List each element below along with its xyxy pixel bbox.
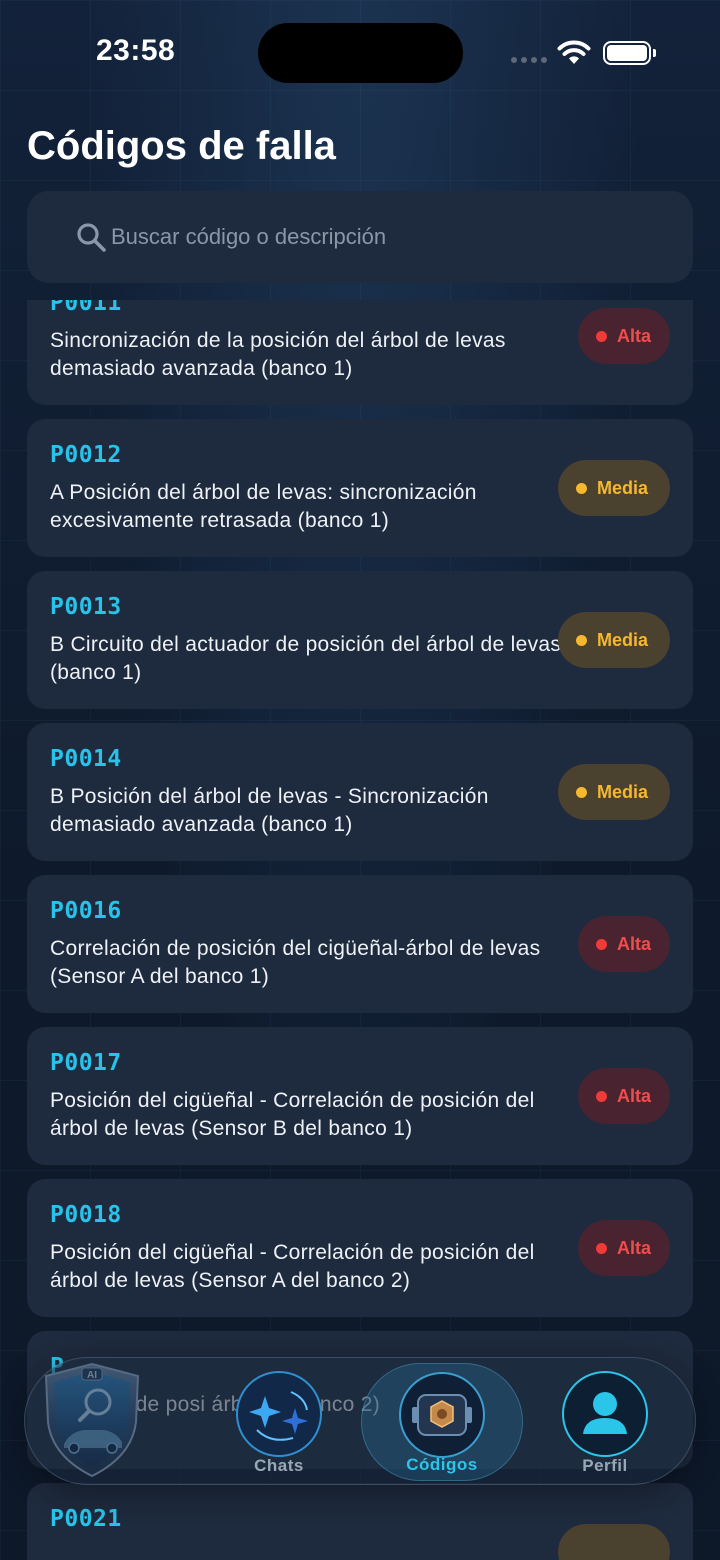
chats-sparkle-icon (236, 1371, 322, 1457)
severity-badge: Media (558, 612, 670, 668)
code-description: Posición del cigüeñal - Correlación de p… (50, 1089, 535, 1140)
code-card[interactable]: P0018 Posición del cigüeñal - Correlación… (27, 1179, 693, 1317)
code-id: P0013 (50, 594, 122, 620)
severity-dot-icon (576, 482, 587, 494)
severity-badge: Media (558, 460, 670, 516)
code-description: B Circuito del actuador de posición del … (50, 633, 562, 684)
dynamic-island (258, 23, 463, 83)
severity-dot-icon (596, 1242, 607, 1254)
search-icon (77, 223, 106, 252)
severity-label: Alta (617, 325, 652, 346)
severity-label: Alta (617, 933, 652, 954)
code-id: P0016 (50, 898, 122, 924)
code-description: Correlación de posición del cigüeñal-árb… (50, 937, 541, 988)
cellular-signal-icon (511, 57, 547, 63)
page-title: Códigos de falla (27, 124, 336, 168)
severity-badge: Alta (578, 1068, 670, 1124)
search-bar[interactable] (27, 191, 693, 283)
severity-dot-icon (596, 1090, 607, 1102)
severity-dot-icon (596, 330, 607, 342)
code-description: Posición del cigüeñal - Correlación de p… (50, 1241, 535, 1292)
severity-badge: Media (558, 764, 670, 820)
severity-label: Alta (617, 1085, 652, 1106)
code-id: P0021 (50, 1506, 122, 1532)
status-time: 23:58 (96, 34, 176, 67)
severity-label: Media (597, 477, 649, 498)
severity-label: Media (597, 781, 649, 802)
code-card[interactable]: P0012 A Posición del árbol de levas: sinc… (27, 419, 693, 557)
severity-badge: Alta (578, 916, 670, 972)
tab-perfil[interactable]: Perfil (561, 1358, 649, 1486)
wifi-icon (557, 40, 591, 64)
code-card[interactable]: P0013 B Circuito del actuador de posición… (27, 571, 693, 709)
severity-dot-icon (576, 786, 587, 798)
severity-label: Media (597, 629, 649, 650)
severity-badge (558, 1524, 670, 1560)
severity-dot-icon (596, 938, 607, 950)
tab-chats[interactable]: Chats (235, 1358, 323, 1486)
code-id: P0017 (50, 1050, 122, 1076)
battery-icon (603, 41, 656, 65)
tab-codigos[interactable]: Códigos (361, 1363, 523, 1481)
code-description: B Posición del árbol de levas - Sincroni… (50, 785, 489, 836)
status-bar: 23:58 (0, 0, 720, 100)
code-card[interactable]: P0016 Correlación de posición del cigüeña… (27, 875, 693, 1013)
severity-label: Alta (617, 1237, 652, 1258)
tab-bar: Chats Códigos Perfil (24, 1357, 696, 1485)
engine-chip-icon (399, 1372, 485, 1458)
code-card[interactable]: P0014 B Posición del árbol de levas - Sin… (27, 723, 693, 861)
code-card[interactable]: P0011 Sincronización de la posición del á… (27, 300, 693, 405)
code-id: P0018 (50, 1202, 122, 1228)
person-icon (562, 1371, 648, 1457)
code-id: P0014 (50, 746, 122, 772)
severity-badge: Alta (578, 1220, 670, 1276)
code-card[interactable]: P0017 Posición del cigüeñal - Correlación… (27, 1027, 693, 1165)
code-card[interactable]: P0021 (27, 1483, 693, 1560)
code-id: P0012 (50, 442, 122, 468)
code-id: P0011 (50, 300, 122, 316)
tab-perfil-label: Perfil (582, 1456, 628, 1475)
severity-badge: Alta (578, 308, 670, 364)
search-input[interactable] (111, 191, 671, 283)
severity-dot-icon (576, 634, 587, 646)
code-description: Sincronización de la posición del árbol … (50, 329, 506, 380)
tab-chats-label: Chats (254, 1456, 304, 1475)
tab-codigos-label: Códigos (406, 1455, 478, 1474)
code-description: A Posición del árbol de levas: sincroniz… (50, 481, 477, 532)
